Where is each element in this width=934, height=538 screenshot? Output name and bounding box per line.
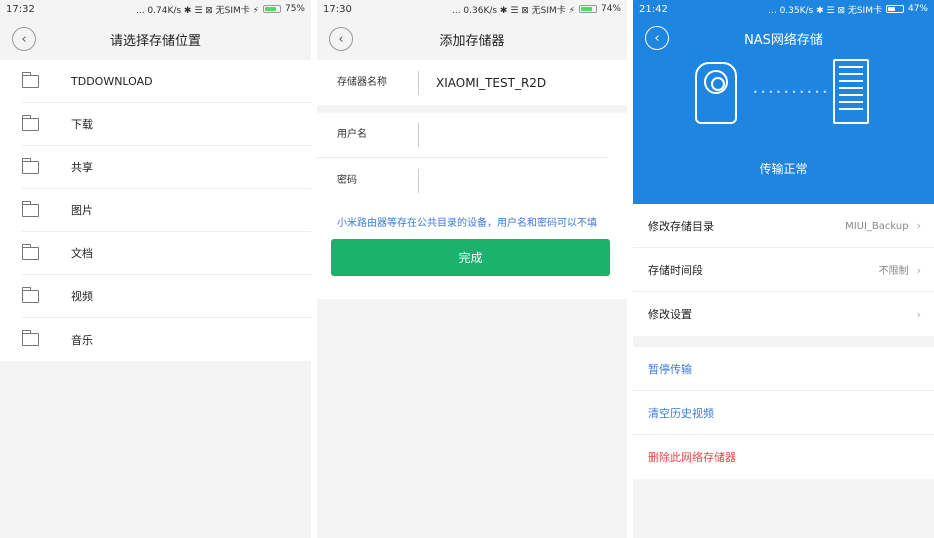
connection-dots-icon: •••••••••• xyxy=(753,88,831,97)
folder-icon xyxy=(22,243,39,260)
done-button[interactable]: 完成 xyxy=(331,239,610,276)
device-name-label: 存储器名称 xyxy=(337,70,419,95)
username-input[interactable] xyxy=(419,128,599,142)
folder-label: 文档 xyxy=(71,247,93,260)
pause-transfer-button[interactable]: 暂停传输 xyxy=(633,347,934,391)
username-label: 用户名 xyxy=(337,123,419,147)
folder-icon xyxy=(22,71,39,88)
device-name-row: 存储器名称 XIAOMI_TEST_R2D xyxy=(317,60,607,105)
folder-item[interactable]: 共享 xyxy=(22,146,311,189)
title-bar: ‹ NAS网络存储 xyxy=(633,18,934,58)
status-indicators: ... 0.35K/s ✱ ☰ ⊠ 无SIM卡 xyxy=(768,5,882,16)
add-storage-screen: 17:30 ... 0.36K/s ✱ ☰ ⊠ 无SIM卡 ⚡ 74% ‹ 添加… xyxy=(317,0,627,538)
camera-icon xyxy=(695,62,737,124)
folder-item[interactable]: 下载 xyxy=(22,103,311,146)
back-button[interactable]: ‹ xyxy=(645,26,669,50)
battery-level: 74% xyxy=(600,4,621,14)
device-name-value[interactable]: XIAOMI_TEST_R2D xyxy=(419,76,546,90)
title-bar: ‹ 请选择存储位置 xyxy=(0,18,311,60)
connection-illustration: •••••••••• xyxy=(633,58,934,158)
folder-item[interactable]: 音乐 xyxy=(22,318,311,361)
status-bar: 21:42 ... 0.35K/s ✱ ☰ ⊠ 无SIM卡 47% xyxy=(633,0,934,18)
title-bar: ‹ 添加存储器 xyxy=(317,18,627,60)
folder-icon xyxy=(22,114,39,131)
folder-icon xyxy=(22,200,39,217)
folder-label: 音乐 xyxy=(71,333,93,347)
back-button[interactable]: ‹ xyxy=(329,27,353,51)
status-time: 21:42 xyxy=(639,3,668,15)
folder-item[interactable]: 文档 xyxy=(22,232,311,275)
divider xyxy=(633,336,934,347)
password-label: 密码 xyxy=(337,168,419,193)
storage-location-screen: 17:32 ... 0.74K/s ✱ ☰ ⊠ 无SIM卡 ⚡ 75% ‹ 请选… xyxy=(0,0,311,538)
transfer-status: 传输正常 xyxy=(759,162,808,176)
folder-icon xyxy=(22,286,39,303)
row-label: 修改设置 xyxy=(648,308,692,321)
storage-period-row[interactable]: 存储时间段 不限制 › xyxy=(633,248,934,292)
hint-text: 小米路由器等存在公共目录的设备，用户名和密码可以不填 xyxy=(317,203,627,239)
nas-icon xyxy=(833,59,869,124)
back-button[interactable]: ‹ xyxy=(12,27,36,51)
page-title: 请选择存储位置 xyxy=(109,33,201,49)
status-time: 17:30 xyxy=(323,3,352,15)
folder-label: 共享 xyxy=(71,161,93,174)
nas-header: 21:42 ... 0.35K/s ✱ ☰ ⊠ 无SIM卡 47% ‹ NAS网… xyxy=(633,0,934,204)
row-label: 存储时间段 xyxy=(648,263,703,277)
page-title: NAS网络存储 xyxy=(744,32,823,48)
chevron-right-icon: › xyxy=(916,307,921,321)
battery-icon xyxy=(885,5,904,13)
folder-label: TDDOWNLOAD xyxy=(71,74,153,88)
folder-label: 下载 xyxy=(71,118,93,131)
battery-icon xyxy=(578,5,597,13)
battery-icon xyxy=(262,5,281,13)
chevron-right-icon: › xyxy=(916,219,921,232)
clear-history-button[interactable]: 清空历史视频 xyxy=(633,391,934,435)
status-bar: 17:30 ... 0.36K/s ✱ ☰ ⊠ 无SIM卡 ⚡ 74% xyxy=(317,0,627,18)
status-bar: 17:32 ... 0.74K/s ✱ ☰ ⊠ 无SIM卡 ⚡ 75% xyxy=(0,0,311,18)
password-row: 密码 xyxy=(317,158,607,203)
folder-item[interactable]: TDDOWNLOAD xyxy=(22,60,311,103)
settings-list: 修改存储目录 MIUI_Backup › 存储时间段 不限制 › 修改设置 › xyxy=(633,204,934,336)
row-value: 不限制 xyxy=(878,266,909,277)
modify-settings-row[interactable]: 修改设置 › xyxy=(633,292,934,336)
folder-item[interactable]: 图片 xyxy=(22,189,311,232)
folder-label: 视频 xyxy=(71,290,93,303)
battery-level: 75% xyxy=(284,4,305,14)
folder-icon xyxy=(22,330,39,346)
status-time: 17:32 xyxy=(6,3,35,15)
folder-icon xyxy=(22,157,39,174)
folder-item[interactable]: 视频 xyxy=(22,275,311,318)
chevron-right-icon: › xyxy=(916,264,921,277)
row-label: 修改存储目录 xyxy=(648,219,714,233)
battery-level: 47% xyxy=(907,4,928,14)
folder-label: 图片 xyxy=(71,204,93,217)
page-title: 添加存储器 xyxy=(439,33,505,49)
folder-list: TDDOWNLOAD 下载 共享 图片 文档 视频 音乐 xyxy=(0,60,311,361)
username-row: 用户名 xyxy=(317,113,607,158)
divider xyxy=(317,105,627,113)
nas-storage-screen: 21:42 ... 0.35K/s ✱ ☰ ⊠ 无SIM卡 47% ‹ NAS网… xyxy=(633,0,934,538)
status-indicators: ... 0.36K/s ✱ ☰ ⊠ 无SIM卡 ⚡ xyxy=(451,5,575,16)
row-value: MIUI_Backup xyxy=(845,221,909,232)
status-indicators: ... 0.74K/s ✱ ☰ ⊠ 无SIM卡 ⚡ xyxy=(135,5,259,16)
actions-list: 暂停传输 清空历史视频 删除此网络存储器 xyxy=(633,347,934,479)
password-input[interactable] xyxy=(419,173,599,188)
delete-storage-button[interactable]: 删除此网络存储器 xyxy=(633,435,934,479)
storage-directory-row[interactable]: 修改存储目录 MIUI_Backup › xyxy=(633,204,934,248)
add-storage-form: 存储器名称 XIAOMI_TEST_R2D xyxy=(317,60,627,105)
